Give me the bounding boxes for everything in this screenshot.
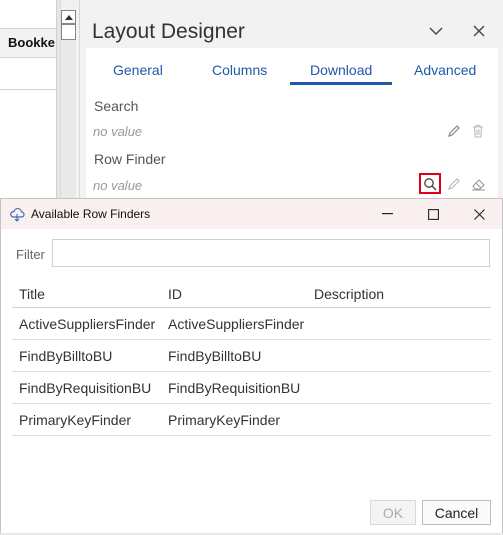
close-icon[interactable] — [469, 22, 489, 40]
scroll-thumb[interactable] — [61, 24, 76, 40]
spreadsheet-area: Bookke — [0, 0, 57, 200]
column-header-title[interactable]: Title — [19, 286, 45, 302]
minimize-icon[interactable] — [364, 199, 410, 229]
maximize-icon[interactable] — [410, 199, 456, 229]
column-header[interactable]: Bookke — [0, 28, 56, 58]
cell-id: PrimaryKeyFinder — [168, 412, 281, 428]
pencil-icon[interactable] — [446, 123, 462, 139]
vertical-scrollbar[interactable] — [60, 0, 77, 200]
row-finder-dialog: Available Row Finders Filter Title ID De… — [0, 198, 503, 535]
search-field-value: no value — [93, 124, 143, 139]
row-finders-table: Title ID Description ActiveSuppliersFind… — [12, 279, 491, 436]
spreadsheet-row[interactable] — [0, 57, 56, 90]
dialog-titlebar[interactable]: Available Row Finders — [1, 199, 502, 229]
close-icon[interactable] — [456, 199, 502, 229]
chevron-down-icon[interactable] — [426, 22, 446, 40]
eraser-icon[interactable] — [470, 176, 486, 192]
cell-title: FindByRequisitionBU — [19, 380, 152, 396]
scroll-up-arrow-icon[interactable] — [61, 10, 76, 24]
tab-general[interactable]: General — [113, 62, 163, 78]
table-row[interactable]: PrimaryKeyFinder PrimaryKeyFinder — [12, 404, 491, 436]
pencil-icon[interactable] — [446, 176, 462, 192]
cell-id: FindByBilltoBU — [168, 348, 262, 364]
tab-download[interactable]: Download — [310, 62, 372, 78]
panel-title: Layout Designer — [92, 20, 245, 43]
table-row[interactable]: ActiveSuppliersFinder ActiveSuppliersFin… — [12, 308, 491, 340]
cloud-app-icon — [9, 206, 25, 222]
scroll-track[interactable] — [61, 40, 76, 200]
filter-input[interactable] — [52, 239, 490, 267]
cell-id: ActiveSuppliersFinder — [168, 316, 305, 332]
cell-title: FindByBilltoBU — [19, 348, 113, 364]
cell-title: PrimaryKeyFinder — [19, 412, 132, 428]
row-finder-field-value: no value — [93, 178, 143, 193]
row-finder-field-label: Row Finder — [94, 151, 166, 167]
cell-id: FindByRequisitionBU — [168, 380, 301, 396]
trash-icon[interactable] — [470, 123, 486, 139]
table-row[interactable]: FindByRequisitionBU FindByRequisitionBU — [12, 372, 491, 404]
layout-designer-panel: Layout Designer General Columns Download… — [79, 0, 503, 200]
active-tab-indicator — [290, 82, 392, 85]
column-header-description[interactable]: Description — [314, 286, 384, 302]
filter-label: Filter — [16, 247, 45, 262]
column-header-id[interactable]: ID — [168, 286, 182, 302]
column-header-label: Bookke — [8, 35, 55, 50]
tab-columns[interactable]: Columns — [212, 62, 267, 78]
tab-advanced[interactable]: Advanced — [414, 62, 476, 78]
search-icon[interactable] — [422, 176, 438, 192]
cell-title: ActiveSuppliersFinder — [19, 316, 156, 332]
cancel-button[interactable]: Cancel — [422, 500, 491, 525]
table-header: Title ID Description — [12, 279, 491, 308]
search-field-label: Search — [94, 98, 139, 114]
table-row[interactable]: FindByBilltoBU FindByBilltoBU — [12, 340, 491, 372]
ok-button[interactable]: OK — [370, 500, 416, 525]
dialog-title: Available Row Finders — [31, 207, 151, 221]
